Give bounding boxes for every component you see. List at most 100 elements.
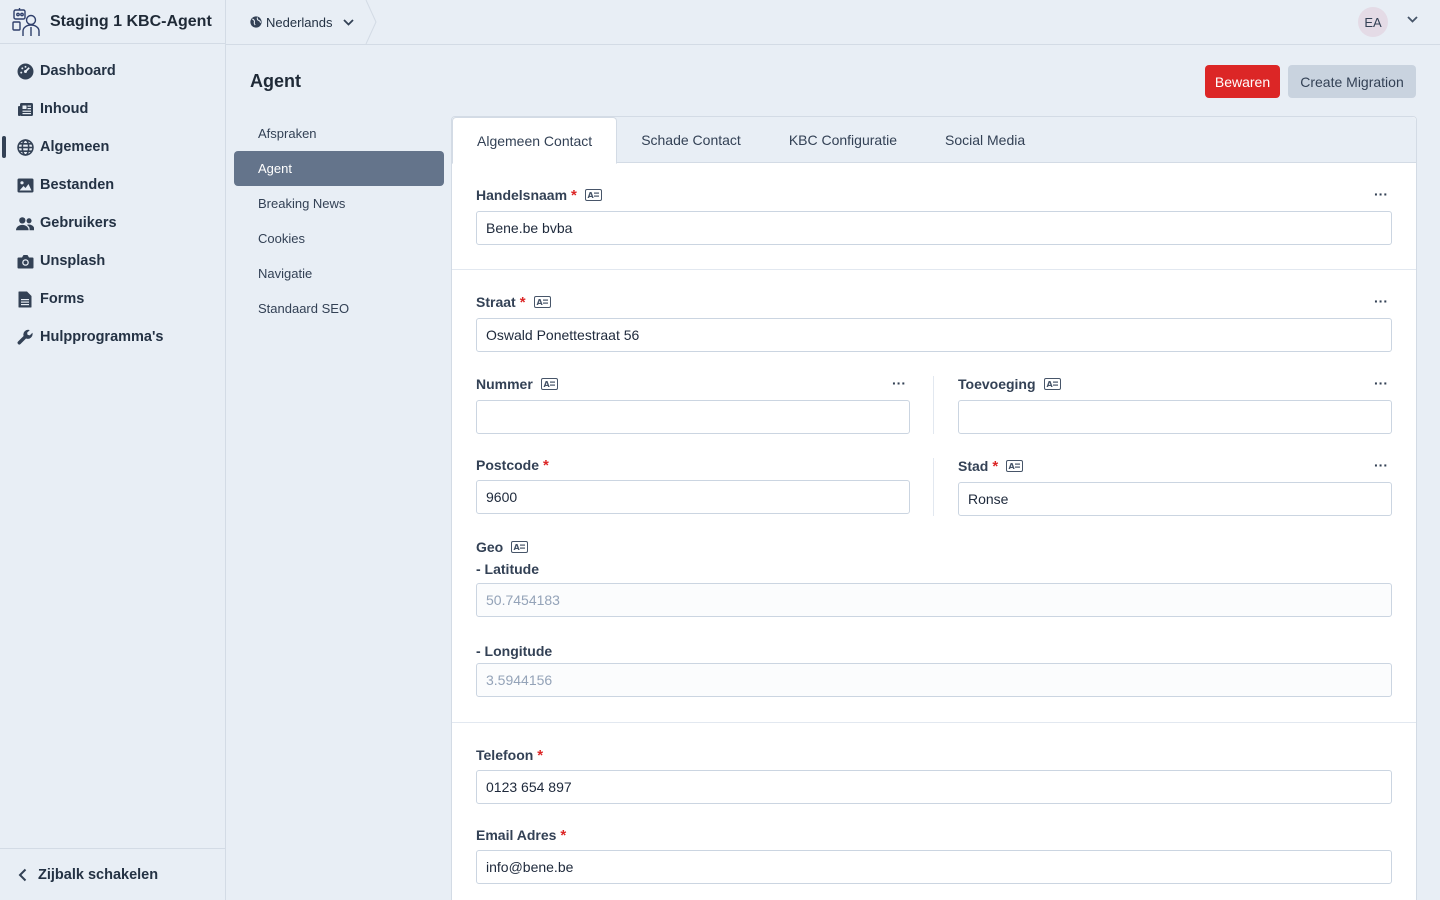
sidebar-item-gebruikers[interactable]: Gebruikers (0, 204, 225, 242)
postcode-label: Postcode * (476, 456, 910, 474)
handelsnaam-label-text: Handelsnaam (476, 187, 568, 203)
chevron-down-icon (342, 18, 354, 26)
sidebar-item-label: Hulpprogramma's (40, 329, 164, 345)
sidebar-item-bestanden[interactable]: Bestanden (0, 166, 225, 204)
sidebar-item-label: Algemeen (40, 139, 110, 155)
postcode-field: Postcode * (476, 456, 910, 474)
straat-field: Straat * A ··· (476, 293, 1392, 311)
settings-subnav: Afspraken Agent Breaking News Cookies Na… (234, 116, 444, 326)
toggle-sidebar-button[interactable]: Zijbalk schakelen (0, 848, 225, 900)
telefoon-input[interactable]: 0123 654 897 (476, 770, 1392, 804)
column-divider (933, 458, 934, 516)
handelsnaam-input[interactable]: Bene.be bvba (476, 211, 1392, 245)
subnav-item-standaard-seo[interactable]: Standaard SEO (234, 291, 444, 326)
latitude-label: - Latitude (476, 561, 539, 577)
brand[interactable]: Staging 1 KBC-Agent (0, 0, 225, 44)
topbar: Nederlands EA (226, 0, 1440, 45)
tab-bar: Algemeen Contact Schade Contact KBC Conf… (452, 117, 1416, 164)
avatar[interactable]: EA (1358, 7, 1388, 37)
required-asterisk: * (543, 456, 549, 474)
email-input[interactable]: info@bene.be (476, 850, 1392, 884)
nummer-more-icon[interactable]: ··· (892, 375, 906, 391)
subnav-item-breaking-news[interactable]: Breaking News (234, 186, 444, 221)
stad-input[interactable]: Ronse (958, 482, 1392, 516)
straat-label: Straat * A (476, 293, 1392, 311)
agent-robot-logo (10, 6, 42, 38)
subnav-item-navigatie[interactable]: Navigatie (234, 256, 444, 291)
svg-text:A: A (1046, 380, 1053, 389)
nummer-label: Nummer A (476, 375, 910, 393)
svg-text:A: A (543, 380, 550, 389)
stad-more-icon[interactable]: ··· (1374, 457, 1388, 473)
toevoeging-input[interactable] (958, 400, 1392, 434)
tab-kbc-configuratie[interactable]: KBC Configuratie (765, 117, 921, 163)
straat-input[interactable]: Oswald Ponettestraat 56 (476, 318, 1392, 352)
stad-label: Stad * A (958, 457, 1392, 475)
handelsnaam-more-icon[interactable]: ··· (1374, 186, 1388, 202)
telefoon-label: Telefoon * (476, 746, 1392, 764)
toevoeging-more-icon[interactable]: ··· (1374, 375, 1388, 391)
handelsnaam-label: Handelsnaam * A (476, 186, 1392, 204)
section-contact: Telefoon * 0123 654 897 Email Adres * in… (452, 723, 1416, 900)
column-divider (933, 376, 934, 434)
subnav-item-agent[interactable]: Agent (234, 151, 444, 186)
sidebar-item-hulpprogrammas[interactable]: Hulpprogramma's (0, 318, 225, 356)
subnav-item-afspraken[interactable]: Afspraken (234, 116, 444, 151)
save-button[interactable]: Bewaren (1205, 65, 1280, 98)
sidebar: Staging 1 KBC-Agent Dashboard Inhoud Alg… (0, 0, 226, 900)
straat-more-icon[interactable]: ··· (1374, 293, 1388, 309)
sidebar-nav: Dashboard Inhoud Algemeen Bestanden Gebr… (0, 52, 225, 356)
handelsnaam-field: Handelsnaam * A ··· (476, 186, 1392, 204)
create-migration-button[interactable]: Create Migration (1288, 65, 1416, 98)
breadcrumb-separator (365, 0, 377, 44)
required-asterisk: * (571, 186, 577, 204)
subnav-item-cookies[interactable]: Cookies (234, 221, 444, 256)
svg-text:A: A (514, 543, 521, 552)
sidebar-item-unsplash[interactable]: Unsplash (0, 242, 225, 280)
page-title: Agent (250, 71, 301, 91)
sidebar-item-label: Inhoud (40, 101, 89, 117)
language-globe-icon (250, 16, 262, 28)
stad-label-text: Stad (958, 458, 989, 474)
sidebar-item-inhoud[interactable]: Inhoud (0, 90, 225, 128)
nummer-field: Nummer A ··· (476, 375, 910, 393)
sidebar-item-dashboard[interactable]: Dashboard (0, 52, 225, 90)
email-label: Email Adres * (476, 826, 1392, 844)
postcode-input[interactable]: 9600 (476, 480, 910, 514)
language-label: Nederlands (266, 14, 333, 30)
language-selector[interactable]: Nederlands (226, 0, 380, 44)
telefoon-label-text: Telefoon (476, 747, 534, 763)
nummer-label-text: Nummer (476, 376, 533, 392)
newspaper-icon (16, 100, 34, 118)
required-asterisk: * (519, 293, 526, 311)
globe-icon (16, 138, 34, 156)
geo-label: Geo A (476, 538, 1392, 556)
app-title: Staging 1 KBC-Agent (50, 12, 212, 30)
tab-social-media[interactable]: Social Media (921, 117, 1049, 163)
required-asterisk: * (992, 457, 999, 475)
translatable-icon: A (540, 378, 558, 390)
tab-algemeen-contact[interactable]: Algemeen Contact (452, 117, 618, 164)
sidebar-item-label: Forms (40, 291, 85, 307)
latitude-input[interactable]: 50.7454183 (476, 583, 1392, 617)
svg-text:A: A (536, 298, 543, 307)
sidebar-item-label: Bestanden (40, 177, 115, 193)
section-address: Straat * A ··· Oswald Ponettestraat 56 N… (452, 270, 1416, 723)
sidebar-item-forms[interactable]: Forms (0, 280, 225, 318)
translatable-icon: A (511, 541, 529, 553)
wrench-icon (16, 328, 34, 346)
users-icon (16, 214, 34, 232)
geo-field: Geo A - Latitude (476, 538, 1392, 578)
dashboard-icon (16, 62, 34, 80)
toevoeging-field: Toevoeging A ··· (958, 375, 1392, 393)
longitude-input[interactable]: 3.5944156 (476, 663, 1392, 697)
nummer-input[interactable] (476, 400, 910, 434)
svg-text:A: A (1009, 462, 1016, 471)
translatable-icon: A (533, 296, 551, 308)
tab-schade-contact[interactable]: Schade Contact (617, 117, 765, 163)
sidebar-item-algemeen[interactable]: Algemeen (0, 128, 225, 166)
toevoeging-label: Toevoeging A (958, 375, 1392, 393)
translatable-icon: A (1006, 460, 1024, 472)
avatar-chevron-down-icon[interactable] (1407, 16, 1418, 23)
geo-label-text: Geo (476, 539, 504, 555)
